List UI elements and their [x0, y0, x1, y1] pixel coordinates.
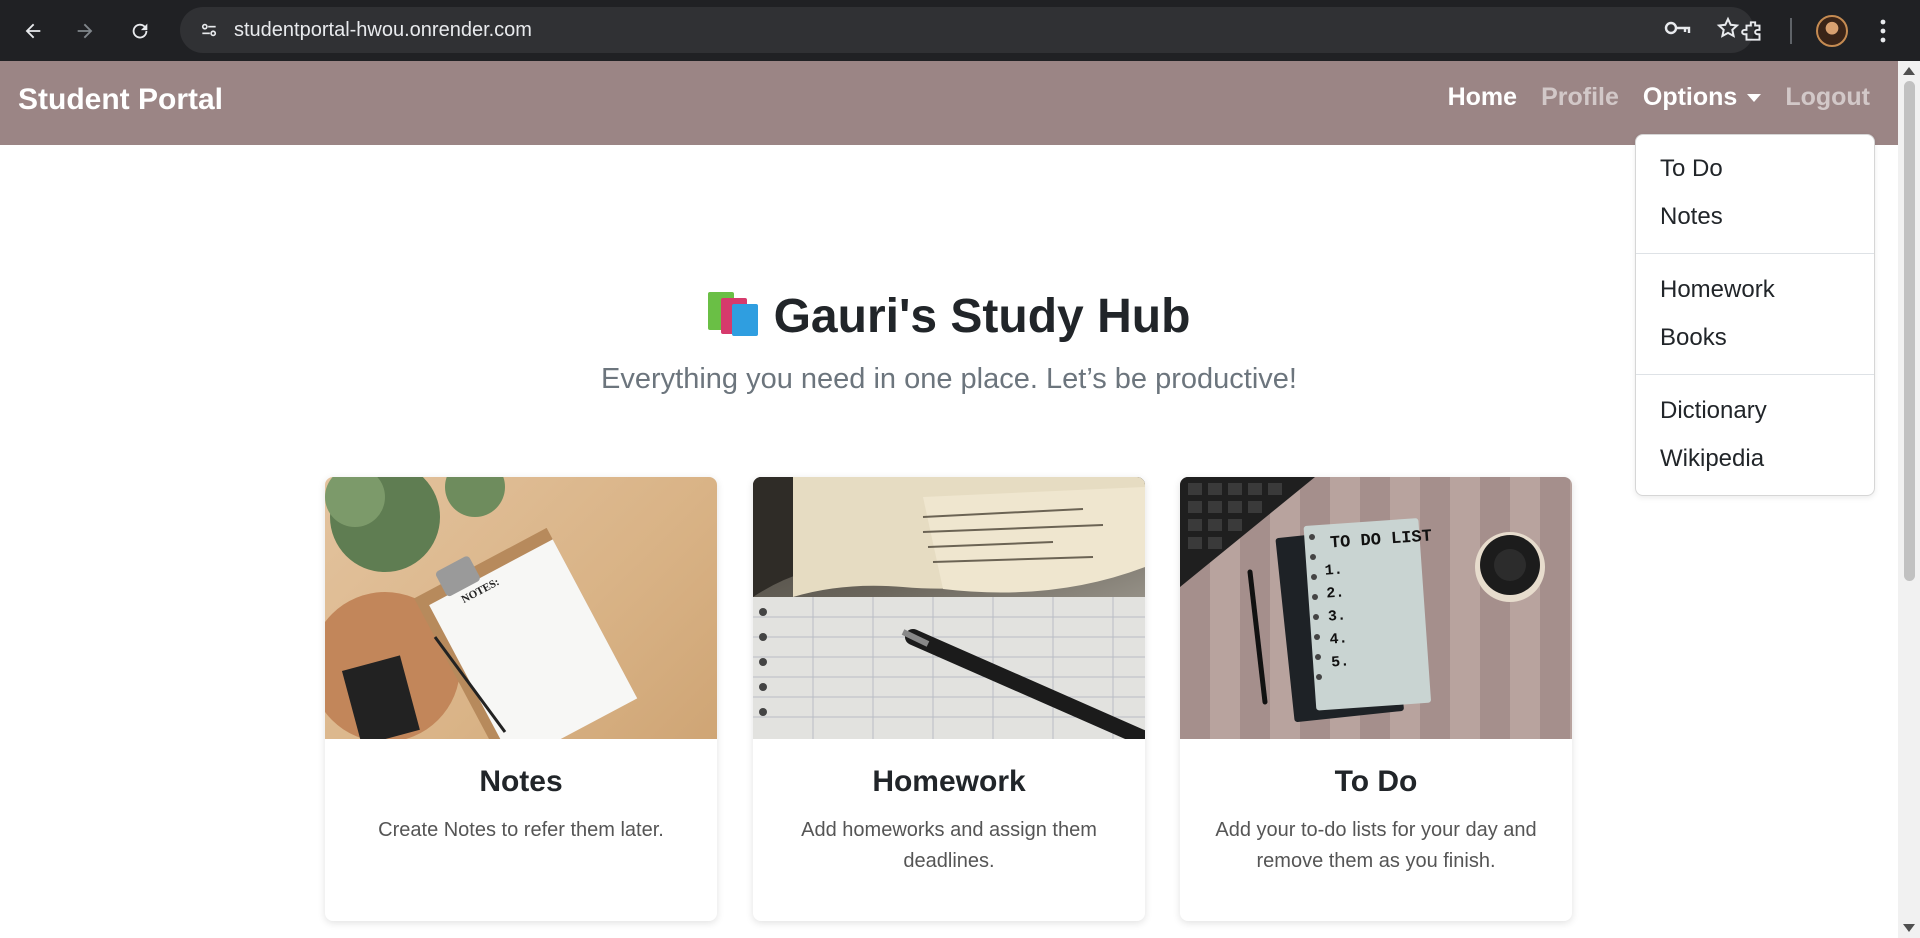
- star-icon[interactable]: [1716, 16, 1740, 45]
- card-notes[interactable]: NOTES: Notes Create Notes to refer them …: [325, 477, 717, 921]
- card-todo[interactable]: TO DO LIST 1. 2. 3. 4. 5. To Do Add your…: [1180, 477, 1572, 921]
- todo-card-image: TO DO LIST 1. 2. 3. 4. 5.: [1180, 477, 1572, 739]
- nav-home[interactable]: Home: [1448, 83, 1517, 112]
- dropdown-item-notes[interactable]: Notes: [1636, 193, 1874, 241]
- brand-link[interactable]: Student Portal: [18, 83, 223, 117]
- card-description: Add homeworks and assign them deadlines.: [801, 819, 1097, 872]
- dropdown-item-todo[interactable]: To Do: [1636, 145, 1874, 193]
- todo-list-number: 4.: [1329, 630, 1349, 649]
- address-bar[interactable]: studentportal-hwou.onrender.com: [180, 7, 1754, 53]
- nav-options-toggle[interactable]: Options: [1642, 83, 1762, 112]
- card-homework[interactable]: Homework Add homeworks and assign them d…: [753, 477, 1145, 921]
- card-title: Notes: [479, 765, 563, 798]
- scrollbar-thumb[interactable]: [1904, 81, 1915, 581]
- notes-card-image: NOTES:: [325, 477, 717, 739]
- books-icon: [707, 290, 760, 336]
- todo-list-number: 3.: [1327, 607, 1347, 626]
- nav-links: Home Profile Options Logout: [1448, 83, 1870, 112]
- key-icon[interactable]: [1664, 17, 1692, 44]
- more-vert-icon[interactable]: [1878, 0, 1888, 61]
- dropdown-divider: [1636, 253, 1874, 254]
- page-scrollbar[interactable]: [1898, 61, 1920, 938]
- todo-list-number: 1.: [1324, 561, 1344, 580]
- site-navbar: Student Portal Home Profile Options Logo…: [0, 61, 1898, 145]
- browser-toolbar: studentportal-hwou.onrender.com: [0, 0, 1920, 61]
- reload-icon[interactable]: [121, 12, 159, 50]
- card-description: Create Notes to refer them later.: [378, 819, 664, 841]
- page-title-text: Gauri's Study Hub: [773, 290, 1191, 343]
- nav-profile[interactable]: Profile: [1541, 83, 1619, 112]
- page-title: Gauri's Study Hub: [0, 289, 1898, 344]
- site-info-icon[interactable]: [194, 15, 224, 45]
- homework-card-image: [753, 477, 1145, 739]
- page-content: Student Portal Home Profile Options Logo…: [0, 61, 1898, 938]
- card-title: Homework: [872, 765, 1026, 798]
- profile-avatar[interactable]: [1816, 0, 1848, 61]
- toolbar-separator: [1790, 0, 1792, 61]
- card-title: To Do: [1334, 765, 1418, 798]
- extensions-icon[interactable]: [1740, 0, 1766, 61]
- page-subtitle: Everything you need in one place. Let’s …: [601, 363, 1297, 395]
- todo-list-number: 5.: [1330, 653, 1350, 672]
- back-arrow-icon[interactable]: [14, 12, 52, 50]
- url-text: studentportal-hwou.onrender.com: [234, 18, 532, 41]
- forward-arrow-icon[interactable]: [66, 12, 104, 50]
- card-description: Add your to-do lists for your day and re…: [1215, 819, 1537, 872]
- caret-down-icon: [1747, 94, 1762, 103]
- todo-list-number: 2.: [1325, 584, 1345, 603]
- scroll-up-arrow-icon[interactable]: [1903, 67, 1915, 75]
- nav-logout[interactable]: Logout: [1785, 83, 1870, 112]
- dropdown-item-wikipedia[interactable]: Wikipedia: [1636, 435, 1874, 483]
- nav-options-label: Options: [1642, 83, 1738, 111]
- scroll-down-arrow-icon[interactable]: [1903, 924, 1915, 932]
